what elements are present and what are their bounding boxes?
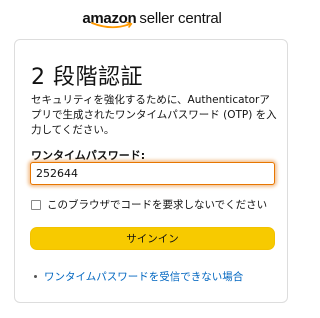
otp-input[interactable] (30, 162, 275, 185)
two-step-verification-card: 2 段階認証 セキュリティを強化するために、Authenticatorアプリで生… (14, 39, 288, 303)
remember-device-checkbox[interactable] (31, 199, 41, 210)
otp-help: ワンタイムパスワードを受信できない場合 (34, 269, 243, 284)
bullet-icon (34, 275, 37, 278)
sign-in-button[interactable]: サインイン (30, 227, 275, 250)
page-title: 2 段階認証 (31, 65, 143, 90)
remember-device-label[interactable]: このブラウザでコードを要求しないでください (47, 197, 267, 212)
otp-field-label: ワンタイムパスワード: (31, 149, 146, 162)
cannot-receive-otp-link[interactable]: ワンタイムパスワードを受信できない場合 (44, 269, 243, 284)
instructions-text: セキュリティを強化するために、Authenticatorアプリで生成されたワンタ… (31, 94, 277, 136)
page: amazon seller central 2 段階認証 セキュリティを強化する… (0, 0, 304, 318)
amazon-smile-icon (91, 21, 133, 29)
logo-product: seller central (139, 10, 222, 27)
remember-device-option[interactable]: このブラウザでコードを要求しないでください (31, 197, 267, 212)
amazon-seller-central-logo[interactable]: amazon seller central (0, 8, 304, 32)
